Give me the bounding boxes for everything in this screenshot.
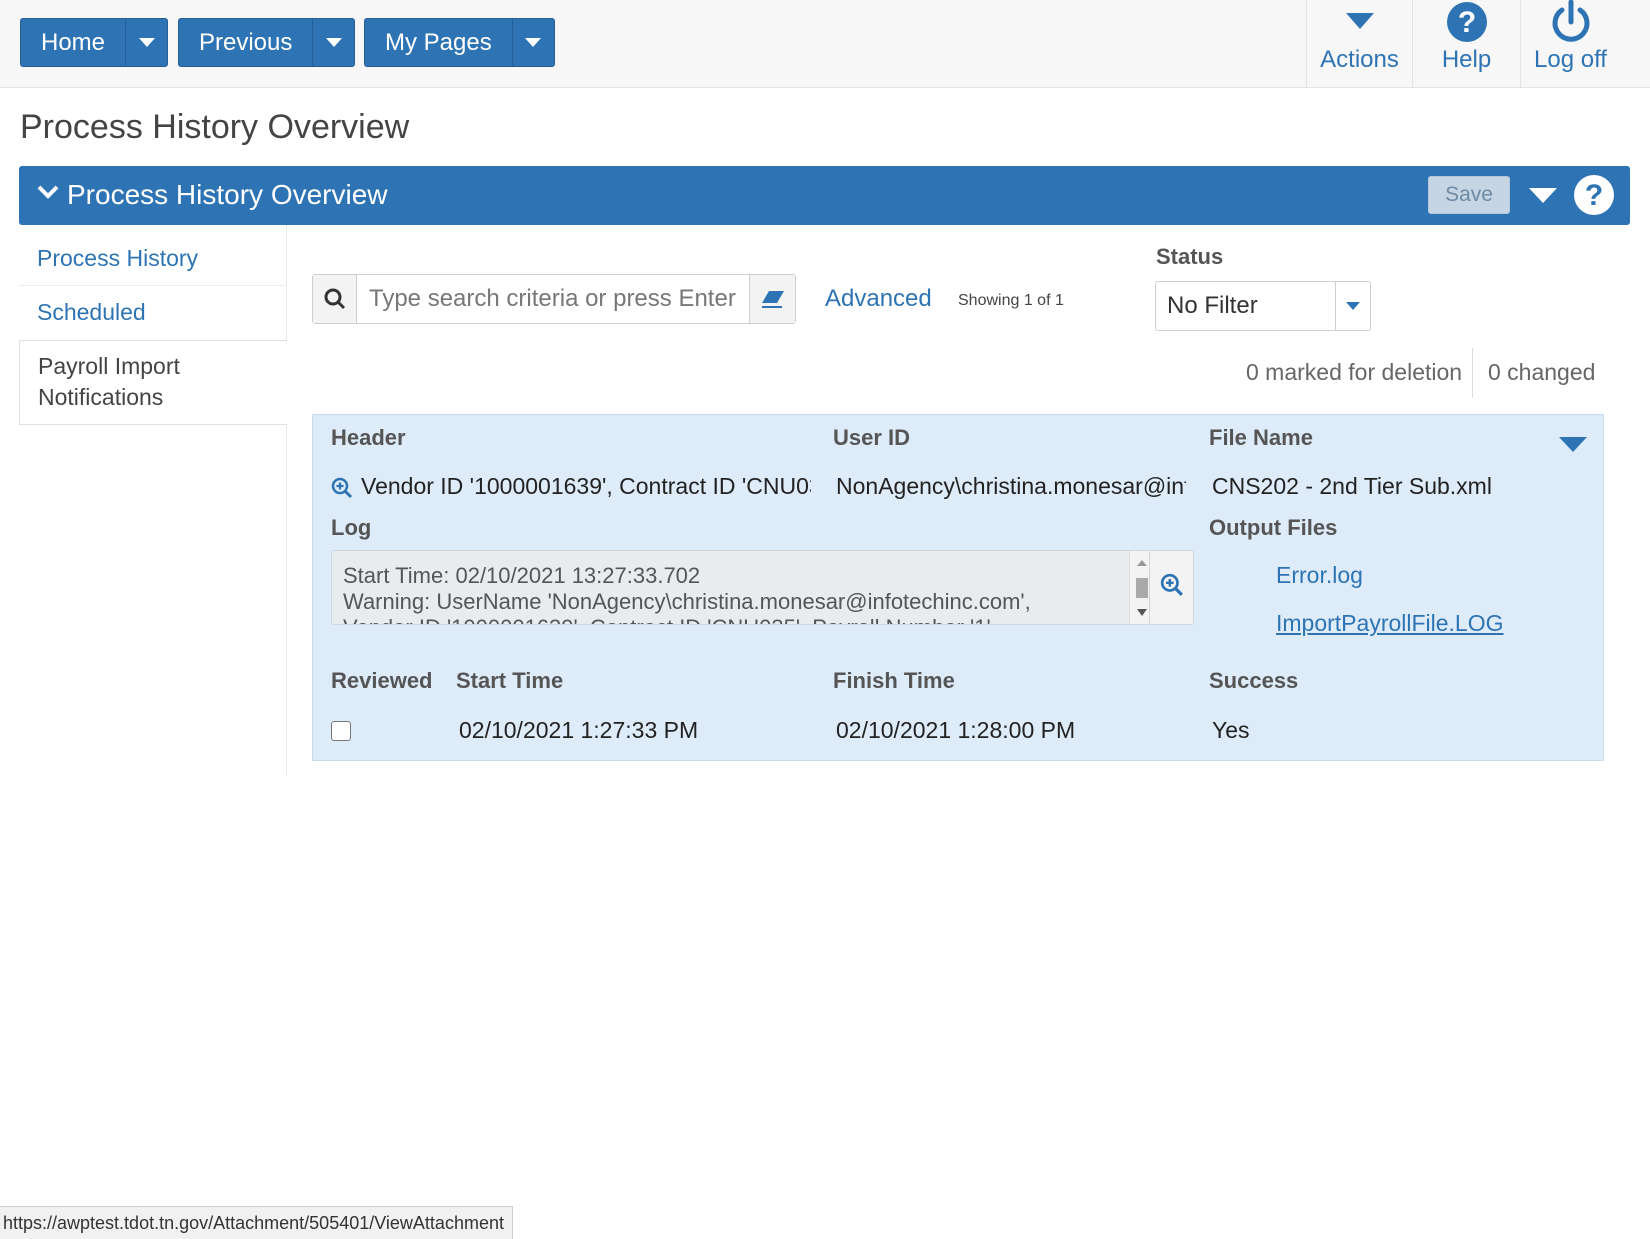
search-box: [312, 274, 796, 324]
chevron-down-icon[interactable]: [1335, 282, 1370, 330]
zoom-in-icon[interactable]: [331, 477, 353, 504]
user-id-value: NonAgency\christina.monesar@infotechinc.…: [836, 473, 1186, 499]
caret-down-icon: [1345, 0, 1374, 44]
status-select[interactable]: No Filter: [1155, 281, 1371, 331]
sidebar-item-process-history[interactable]: Process History: [19, 245, 287, 272]
panel-help-icon[interactable]: ?: [1573, 174, 1615, 221]
panel-options-caret-icon[interactable]: [1529, 188, 1557, 209]
log-label: Log: [331, 515, 372, 540]
success-value: Yes: [1212, 717, 1250, 743]
reviewed-checkbox[interactable]: [331, 721, 351, 741]
status-bar-url: https://awptest.tdot.tn.gov/Attachment/5…: [0, 1206, 513, 1239]
status-select-value[interactable]: No Filter: [1156, 282, 1335, 330]
log-textarea[interactable]: Start Time: 02/10/2021 13:27:33.702 Warn…: [331, 550, 1150, 625]
previous-dropdown-toggle[interactable]: [312, 19, 354, 66]
power-icon: [1550, 0, 1592, 44]
finish-time-label: Finish Time: [833, 668, 955, 693]
side-nav: Process History Scheduled Payroll Import…: [19, 225, 287, 777]
reviewed-label: Reviewed: [331, 668, 433, 693]
my-pages-dropdown-toggle[interactable]: [511, 19, 554, 66]
changed-count: 0 changed: [1488, 359, 1596, 385]
save-button[interactable]: Save: [1428, 176, 1510, 214]
svg-text:?: ?: [1585, 179, 1603, 212]
file-name-value: CNS202 - 2nd Tier Sub.xml: [1212, 473, 1492, 499]
help-label[interactable]: Help: [1442, 46, 1491, 74]
panel-header: Process History Overview Save ?: [19, 166, 1630, 225]
svg-text:?: ?: [1457, 6, 1475, 39]
card-options-caret-icon[interactable]: [1559, 437, 1587, 458]
top-bar: Home Previous My Pages Actions ? Help Lo…: [0, 0, 1650, 88]
finish-time-value: 02/10/2021 1:28:00 PM: [836, 717, 1076, 743]
record-card: Header User ID File Name Vendor ID '1000…: [312, 414, 1604, 761]
log-zoom-button[interactable]: [1150, 550, 1194, 625]
divider: [1472, 348, 1473, 398]
file-name-label: File Name: [1209, 425, 1313, 450]
chevron-down-icon: [325, 38, 342, 47]
eraser-icon[interactable]: [749, 275, 795, 323]
log-line: Warning: UserName 'NonAgency\christina.m…: [343, 589, 1031, 614]
status-label: Status: [1156, 244, 1224, 269]
log-line: Vendor ID '1000001639', Contract ID 'CNU…: [343, 615, 1103, 624]
start-time-value: 02/10/2021 1:27:33 PM: [459, 717, 699, 743]
user-id-label: User ID: [833, 425, 911, 450]
log-scrollbar[interactable]: [1129, 551, 1149, 624]
output-file-import-payroll-log[interactable]: ImportPayrollFile.LOG: [1276, 610, 1504, 637]
sidebar-item-payroll-import-notifications[interactable]: Payroll Import Notifications: [19, 340, 287, 425]
my-pages-button-label[interactable]: My Pages: [365, 19, 512, 66]
log-off-button[interactable]: Log off: [1520, 0, 1620, 88]
divider: [19, 285, 287, 286]
previous-button[interactable]: Previous: [178, 18, 356, 67]
start-time-label: Start Time: [456, 668, 564, 693]
log-off-label[interactable]: Log off: [1534, 46, 1607, 74]
advanced-search-link[interactable]: Advanced: [825, 285, 932, 313]
previous-button-label[interactable]: Previous: [179, 19, 312, 66]
my-pages-button[interactable]: My Pages: [364, 18, 555, 67]
page-title: Process History Overview: [20, 108, 410, 146]
log-text: Start Time: 02/10/2021 13:27:33.702 Warn…: [343, 563, 1103, 624]
search-icon[interactable]: [313, 275, 357, 323]
zoom-in-icon: [1160, 573, 1184, 602]
search-input[interactable]: [357, 275, 749, 323]
collapse-chevron-icon[interactable]: [37, 184, 59, 205]
help-icon: ?: [1446, 0, 1488, 44]
showing-count: Showing 1 of 1: [958, 292, 1064, 309]
panel-title: Process History Overview: [67, 179, 388, 210]
output-files-label: Output Files: [1209, 515, 1338, 540]
output-file-error-log[interactable]: Error.log: [1276, 562, 1363, 589]
help-menu[interactable]: ? Help: [1412, 0, 1520, 88]
sidebar-item-label-line2: Notifications: [38, 384, 164, 410]
log-line: Start Time: 02/10/2021 13:27:33.702: [343, 563, 701, 588]
success-label: Success: [1209, 668, 1299, 693]
home-button[interactable]: Home: [20, 18, 169, 67]
header-value: Vendor ID '1000001639', Contract ID 'CNU…: [361, 473, 811, 499]
actions-menu[interactable]: Actions: [1306, 0, 1412, 88]
sidebar-item-scheduled[interactable]: Scheduled: [19, 299, 287, 326]
chevron-down-icon: [525, 38, 542, 47]
actions-label[interactable]: Actions: [1320, 46, 1399, 74]
home-button-label[interactable]: Home: [21, 19, 125, 66]
header-label: Header: [331, 425, 406, 450]
home-dropdown-toggle[interactable]: [125, 19, 167, 66]
sidebar-item-label-line1: Payroll Import: [38, 353, 180, 379]
marked-for-deletion-count: 0 marked for deletion: [1246, 359, 1463, 385]
chevron-down-icon: [138, 38, 155, 47]
